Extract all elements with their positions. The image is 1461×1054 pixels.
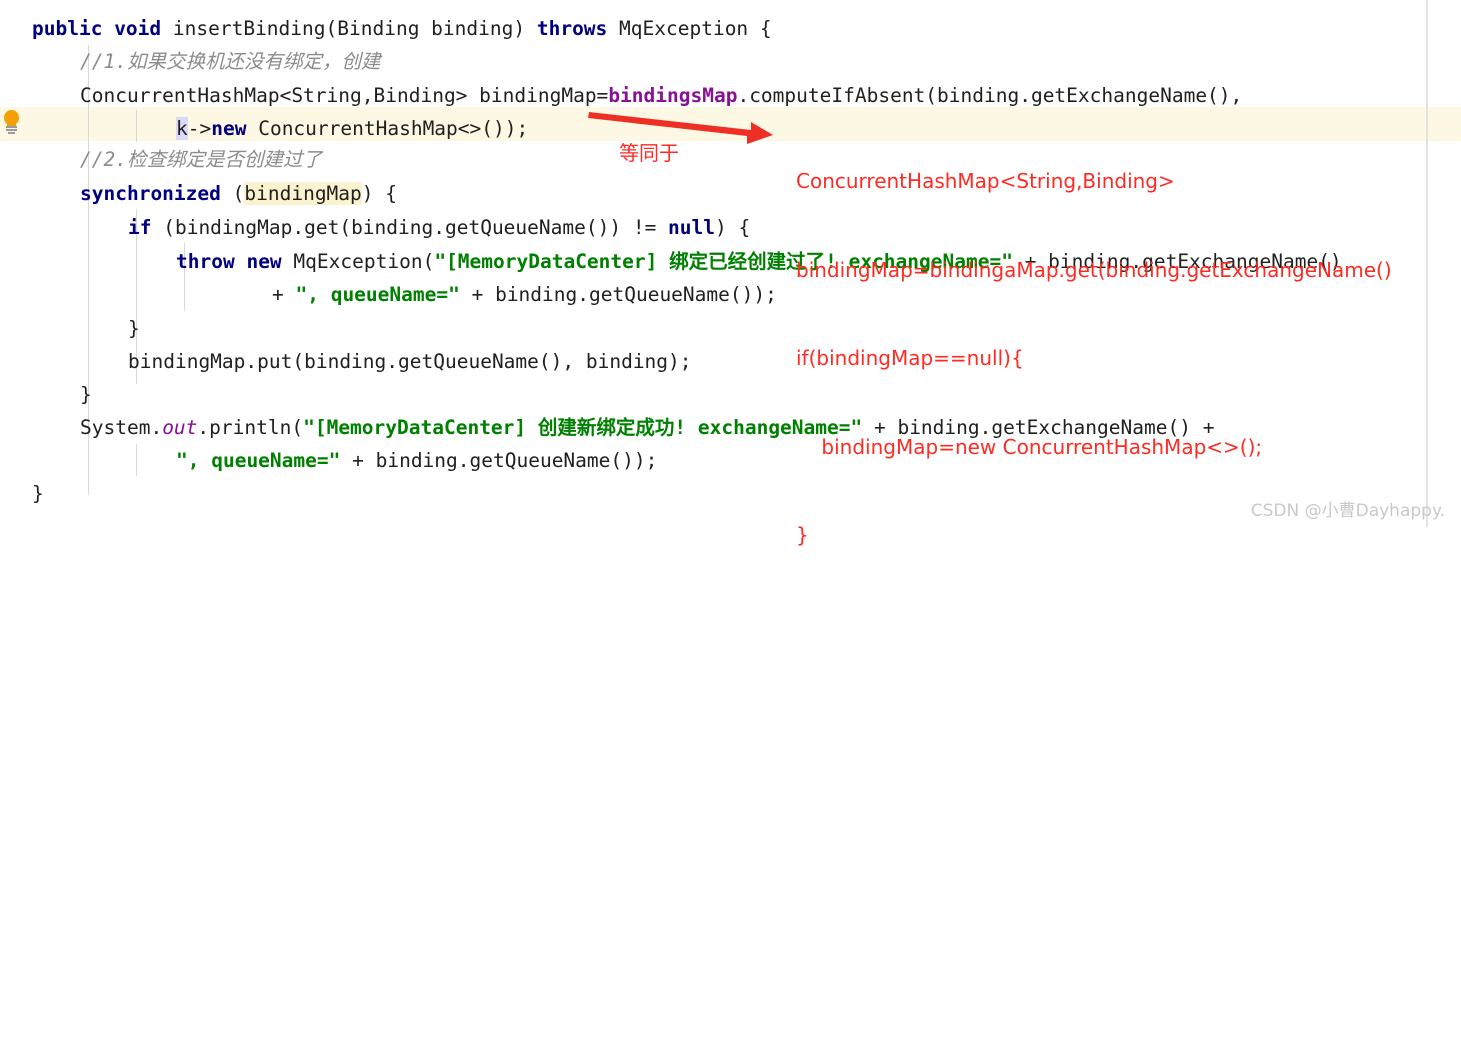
code-line-14[interactable]: ", queueName=" + binding.getQueueName())… xyxy=(176,444,657,478)
lambda-body: ConcurrentHashMap<>()); xyxy=(246,117,529,140)
keyword-null: null xyxy=(668,216,716,239)
annotation-line-3: if(bindingMap==null){ xyxy=(796,346,1024,370)
concat-queue-name-2: + binding.getQueueName()); xyxy=(340,449,658,472)
annotation-block: ConcurrentHashMap<String,Binding> bindin… xyxy=(796,108,1392,610)
code-line-6[interactable]: synchronized (bindingMap) { xyxy=(80,177,397,211)
concat-plus: + xyxy=(272,283,296,306)
code-line-5[interactable]: //2.检查绑定是否创建过了 xyxy=(80,143,322,177)
annotation-arrow-icon xyxy=(588,112,773,144)
code-line-2[interactable]: //1.如果交换机还没有绑定，创建 xyxy=(80,45,380,79)
method-signature: insertBinding(Binding binding) xyxy=(172,17,537,40)
println-call: .println( xyxy=(197,416,304,439)
concat-queue-name: + binding.getQueueName()); xyxy=(459,283,777,306)
watermark: CSDN @小曹Dayhappy. xyxy=(1250,501,1445,521)
code-line-1[interactable]: public void insertBinding(Binding bindin… xyxy=(32,12,772,46)
keyword-if: if xyxy=(128,216,152,239)
space-1 xyxy=(235,250,247,273)
keyword-throws: throws xyxy=(536,17,620,40)
string-literal-queuename-2: ", queueName=" xyxy=(176,449,341,472)
closing-brace-if: } xyxy=(128,317,140,340)
code-line-4[interactable]: k->new ConcurrentHashMap<>()); xyxy=(176,112,528,146)
string-literal-success: "[MemoryDataCenter] 创建新绑定成功! exchangeNam… xyxy=(303,416,863,439)
if-condition: (bindingMap.get(binding.getQueueName()) … xyxy=(151,216,669,239)
annotation-line-4: bindingMap=new ConcurrentHashMap<>(); xyxy=(796,434,1263,459)
comment-2: //2.检查绑定是否创建过了 xyxy=(80,148,322,171)
annotation-line-2: bindingMap=bindingaMap.get(binding.getEx… xyxy=(796,257,1392,282)
annotation-line-1: ConcurrentHashMap<String,Binding> xyxy=(796,169,1175,193)
exception-ctor: MqException( xyxy=(281,250,435,273)
keyword-void: void xyxy=(114,17,173,40)
if-tail: ) { xyxy=(715,216,751,239)
string-literal-queuename: ", queueName=" xyxy=(295,283,460,306)
annotation-line-5: } xyxy=(796,523,809,547)
closing-brace-method: } xyxy=(32,482,44,505)
code-line-15[interactable]: } xyxy=(32,477,44,511)
declaration-head: ConcurrentHashMap<String,Binding> bindin… xyxy=(80,84,609,107)
identifier-bindingmap: bindingMap xyxy=(244,182,362,205)
exception-type: MqException { xyxy=(619,17,772,40)
declaration-tail: .computeIfAbsent(binding.getExchangeName… xyxy=(737,84,1243,107)
lambda-param-k: k xyxy=(176,117,188,140)
paren-close-brace: ) { xyxy=(361,182,398,205)
comment-1: //1.如果交换机还没有绑定，创建 xyxy=(80,50,381,73)
code-line-12[interactable]: } xyxy=(80,378,92,412)
annotation-arrow-label: 等同于 xyxy=(619,141,679,165)
code-line-7[interactable]: if (bindingMap.get(binding.getQueueName(… xyxy=(128,211,750,245)
bindingmap-put: bindingMap.put(binding.getQueueName(), b… xyxy=(128,350,692,373)
code-editor[interactable]: public void insertBinding(Binding bindin… xyxy=(0,0,1461,547)
system-prefix: System. xyxy=(80,416,163,439)
keyword-throw: throw xyxy=(176,250,235,273)
static-field-out: out xyxy=(162,416,198,439)
code-line-11[interactable]: bindingMap.put(binding.getQueueName(), b… xyxy=(128,345,692,379)
keyword-new: new xyxy=(211,117,247,140)
code-line-10[interactable]: } xyxy=(128,312,140,346)
keyword-new-2: new xyxy=(246,250,282,273)
closing-brace-sync: } xyxy=(80,383,92,406)
keyword-synchronized: synchronized xyxy=(80,182,221,205)
code-line-9[interactable]: + ", queueName=" + binding.getQueueName(… xyxy=(272,278,777,312)
keyword-public: public xyxy=(32,17,115,40)
lambda-arrow: -> xyxy=(187,117,212,140)
paren-open: ( xyxy=(220,182,245,205)
